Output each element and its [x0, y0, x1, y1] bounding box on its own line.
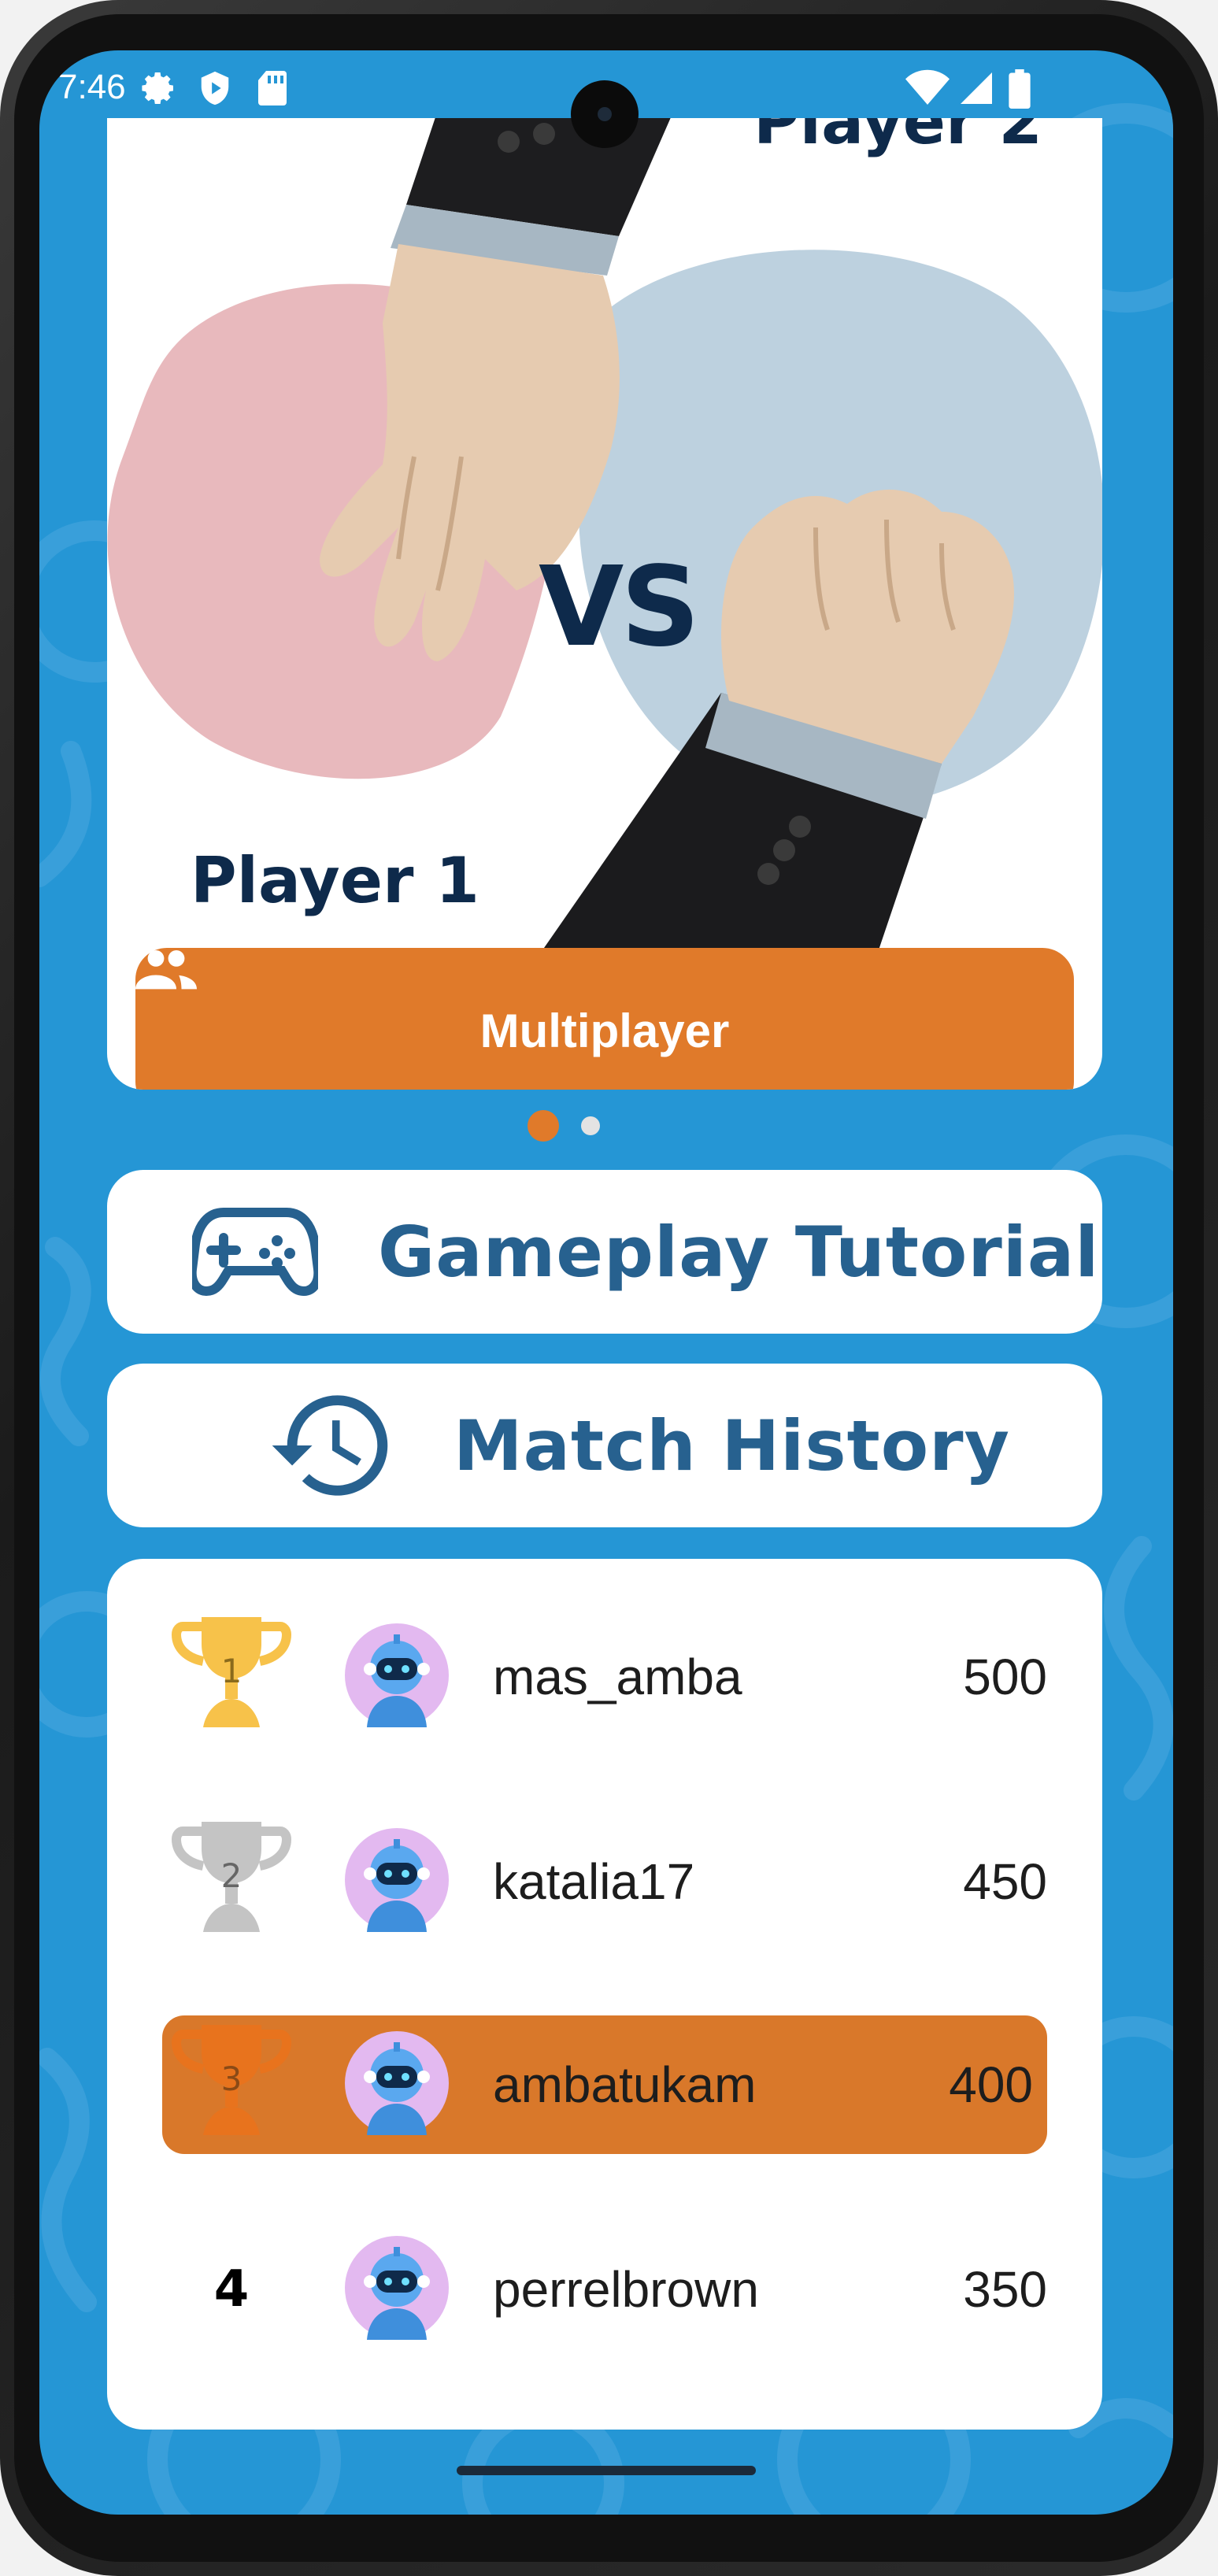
wifi-icon: [905, 69, 950, 105]
signal-icon: [961, 72, 992, 104]
history-icon: [272, 1395, 388, 1496]
rank-number: 3: [220, 2059, 242, 2098]
username: perrelbrown: [493, 2261, 759, 2318]
gamepad-icon: [192, 1208, 318, 1297]
rank-number: 4: [213, 2260, 250, 2319]
leaderboard-row[interactable]: 1 mas_amba 500: [162, 1608, 1047, 1746]
status-time: 7:46: [58, 68, 126, 106]
multiplayer-button-label: Multiplayer: [479, 1004, 730, 1057]
rank-number: 1: [220, 1651, 242, 1690]
gameplay-tutorial-label: Gameplay Tutorial: [378, 1211, 1100, 1293]
username: mas_amba: [493, 1649, 742, 1705]
robot-avatar: [345, 2031, 449, 2135]
score: 400: [949, 2056, 1033, 2113]
play-protect-icon: [201, 71, 229, 105]
leaderboard: 1 mas_amba 500 2 katalia17 450 3 ambatuk…: [107, 1559, 1102, 2430]
robot-avatar: [345, 1623, 449, 1727]
match-history-label: Match History: [454, 1405, 1010, 1486]
carousel-indicator: [39, 1110, 1173, 1149]
gear-icon: [142, 72, 173, 104]
leaderboard-row-current-user[interactable]: 3 ambatukam 400: [162, 2015, 1047, 2154]
score: 500: [963, 1649, 1047, 1705]
home-gesture-bar[interactable]: [457, 2466, 756, 2475]
player1-label: Player 1: [191, 844, 479, 917]
robot-avatar: [345, 2236, 449, 2340]
carousel-dot-active[interactable]: [528, 1110, 559, 1142]
leaderboard-row[interactable]: 4 perrelbrown 350: [162, 2220, 1047, 2359]
robot-avatar: [345, 1828, 449, 1932]
rank-number: 2: [220, 1856, 242, 1895]
vs-label: VS: [539, 543, 700, 672]
leaderboard-row[interactable]: 2 katalia17 450: [162, 1812, 1047, 1951]
multiplayer-button[interactable]: Multiplayer: [135, 948, 1074, 1090]
front-camera: [571, 80, 639, 148]
username: katalia17: [493, 1853, 695, 1910]
match-history-button[interactable]: Match History: [107, 1364, 1102, 1527]
score: 350: [963, 2261, 1047, 2318]
score: 450: [963, 1853, 1047, 1910]
sd-card-icon: [258, 71, 287, 105]
game-mode-card[interactable]: Player 2 VS Player 1 Multiplayer: [107, 118, 1102, 1090]
battery-icon: [1009, 69, 1031, 109]
people-icon: [135, 949, 197, 990]
username: ambatukam: [493, 2056, 757, 2113]
carousel-dot[interactable]: [581, 1116, 600, 1135]
app-screen: 7:46 Player 2 VS Player 1 Multiplayer Ga…: [39, 50, 1173, 2515]
gameplay-tutorial-button[interactable]: Gameplay Tutorial: [107, 1170, 1102, 1334]
